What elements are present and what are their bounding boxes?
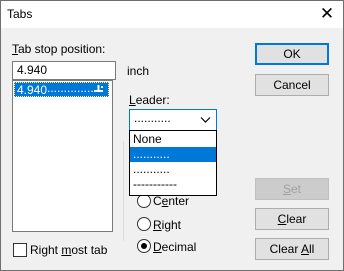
clear-all-accel: A	[301, 242, 310, 256]
option-label: None	[133, 132, 162, 146]
rmt-accel: m	[61, 243, 72, 257]
leader-selected-value: ...........	[134, 111, 171, 125]
alignment-right-label[interactable]: Right	[153, 218, 181, 232]
clear-all-post: ll	[309, 242, 315, 256]
unit-label: inch	[127, 64, 150, 78]
leader-accel: L	[129, 93, 136, 107]
leader-option-dots[interactable]: ...........	[130, 162, 216, 177]
tab-stop-value: 4.940	[17, 83, 48, 97]
option-label: ...........	[133, 147, 170, 161]
decimal-tab-marker-icon	[94, 85, 103, 92]
option-label: -----------	[133, 177, 177, 191]
leader-label: Leader:	[129, 93, 170, 107]
right-accel: R	[153, 218, 162, 232]
tab-stop-position-label: Tab stop position:	[12, 42, 105, 56]
leader-label-rest: eader:	[135, 93, 170, 107]
group-divider	[123, 141, 124, 241]
clear-button[interactable]: Clear	[255, 208, 329, 230]
alignment-center-label[interactable]: Center	[153, 194, 189, 208]
tab-stop-label-rest: ab stop position:	[18, 42, 106, 56]
radio-checked-dot	[141, 243, 147, 249]
alignment-center-radio[interactable]	[137, 194, 151, 208]
right-rest: ight	[161, 218, 182, 232]
clear-all-pre: Clear	[269, 242, 301, 256]
leader-combobox[interactable]: ...........	[129, 109, 217, 131]
leader-option-dots-selected[interactable]: ...........	[130, 147, 216, 162]
leader-dropdown-list[interactable]: None ........... ........... -----------	[129, 130, 217, 196]
rmt-pre: Right	[30, 243, 62, 257]
clear-all-button[interactable]: Clear All	[255, 238, 329, 260]
close-icon[interactable]: ✕	[317, 4, 337, 24]
list-item[interactable]: 4.940 ..............	[14, 81, 109, 97]
chevron-down-icon[interactable]	[200, 114, 211, 125]
ok-button[interactable]: OK	[255, 43, 329, 65]
leader-option-dashes[interactable]: -----------	[130, 177, 216, 192]
right-most-tab-label[interactable]: Right most tab	[30, 243, 107, 257]
set-button: Set	[255, 178, 329, 200]
rmt-post: ost tab	[71, 243, 108, 257]
tab-stop-list[interactable]: 4.940 ..............	[12, 80, 113, 232]
cancel-button[interactable]: Cancel	[255, 74, 329, 96]
alignment-decimal-label[interactable]: Decimal	[153, 240, 196, 254]
decimal-accel: D	[153, 240, 162, 254]
tab-stop-leader: ..............	[47, 81, 94, 95]
option-label: ...........	[133, 162, 170, 176]
center-prefix: C	[153, 194, 162, 208]
tabs-dialog: Tabs ✕ Tab stop position: 4.940 inch 4.9…	[0, 0, 344, 271]
set-accel: S	[282, 182, 291, 196]
title-bar: Tabs ✕	[1, 1, 343, 28]
right-most-tab-checkbox[interactable]	[13, 243, 27, 257]
decimal-rest: ecimal	[161, 240, 197, 254]
tab-stop-position-input[interactable]: 4.940	[12, 61, 116, 80]
leader-option-none[interactable]: None	[130, 132, 216, 147]
center-rest: nter	[168, 194, 190, 208]
dialog-title: Tabs	[7, 7, 33, 21]
alignment-decimal-radio[interactable]	[137, 239, 151, 253]
alignment-right-radio[interactable]	[137, 217, 151, 231]
clear-rest: lear	[286, 212, 307, 226]
set-rest: et	[291, 182, 302, 196]
